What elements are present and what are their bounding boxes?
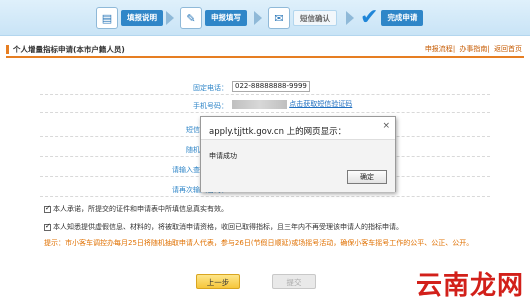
- watermark-logo: 云南龙网: [415, 271, 524, 301]
- dialog-message: 申请成功: [209, 152, 237, 160]
- checkbox-checked-icon[interactable]: [44, 204, 51, 213]
- step-fill-instructions: ▤ 填报说明: [96, 5, 163, 31]
- page-title: 个人增量指标申请(本市户籍人员): [13, 44, 125, 54]
- fixed-phone-label: 固定电话：: [193, 84, 228, 92]
- commitment-2[interactable]: 本人知悉提供虚假信息、材料的，将被取消申请资格，收回已取得指标，且三年内不再受理…: [44, 222, 403, 232]
- arrow-icon: [254, 11, 262, 25]
- step-sms-confirm: ✉ 短信确认: [268, 5, 337, 31]
- submit-button[interactable]: 提交: [272, 274, 316, 289]
- tip-text: 提示：市小客车调控办每月25日将随机抽取申请人代表，参与26日(节假日顺延)或场…: [44, 239, 474, 247]
- step-fill-application: ✎ 申报填写: [180, 5, 247, 31]
- commitment-2-text: 本人知悉提供虚假信息、材料的，将被取消申请资格，收回已取得指标，且三年内不再受理…: [53, 223, 403, 231]
- link-guide[interactable]: 办事指南: [459, 45, 487, 53]
- step-label: 完成申请: [381, 10, 424, 26]
- mobile-value-redacted: [232, 99, 287, 109]
- row-fixed-phone: 固定电话： 022-88888888-9999: [40, 80, 490, 95]
- get-sms-code-link[interactable]: 点击获取短信验证码: [289, 100, 352, 108]
- step-complete: ✔ 完成申请: [360, 5, 424, 31]
- message-icon: ✉: [268, 7, 290, 29]
- top-links: 申报流程| 办事指南| 返回首页: [424, 45, 522, 53]
- fixed-phone-input[interactable]: 022-88888888-9999: [232, 81, 310, 92]
- step-label: 短信确认: [293, 10, 337, 26]
- progress-steps: ▤ 填报说明 ✎ 申报填写 ✉ 短信确认 ✔ 完成申请: [0, 0, 530, 36]
- step-label: 申报填写: [205, 10, 247, 26]
- commitment-1[interactable]: 本人承诺，所提交的证件和申请表中所填信息真实有效。: [44, 204, 228, 214]
- dialog-body: [201, 139, 395, 192]
- prev-step-button[interactable]: 上一步: [196, 274, 240, 289]
- dialog-title: apply.tjjttk.gov.cn 上的网页显示：: [209, 127, 347, 137]
- mobile-label: 手机号码：: [193, 102, 228, 110]
- check-icon: ✔: [360, 5, 379, 30]
- arrow-icon: [346, 11, 354, 25]
- document-icon: ▤: [96, 7, 118, 29]
- section-title-bar: 个人增量指标申请(本市户籍人员) 申报流程| 办事指南| 返回首页: [6, 42, 524, 58]
- close-icon[interactable]: ×: [382, 121, 390, 131]
- link-home[interactable]: 返回首页: [494, 45, 522, 53]
- checkbox-checked-icon[interactable]: [44, 222, 51, 231]
- row-mobile: 手机号码： 点击获取短信验证码: [40, 98, 490, 113]
- alert-dialog: apply.tjjttk.gov.cn 上的网页显示： × 申请成功 确定: [200, 116, 396, 192]
- commitment-1-text: 本人承诺，所提交的证件和申请表中所填信息真实有效。: [53, 205, 228, 213]
- arrow-icon: [166, 11, 174, 25]
- link-process[interactable]: 申报流程: [425, 45, 453, 53]
- edit-icon: ✎: [180, 7, 202, 29]
- step-label: 填报说明: [121, 10, 163, 26]
- title-marker: [6, 44, 9, 54]
- dialog-ok-button[interactable]: 确定: [347, 170, 387, 184]
